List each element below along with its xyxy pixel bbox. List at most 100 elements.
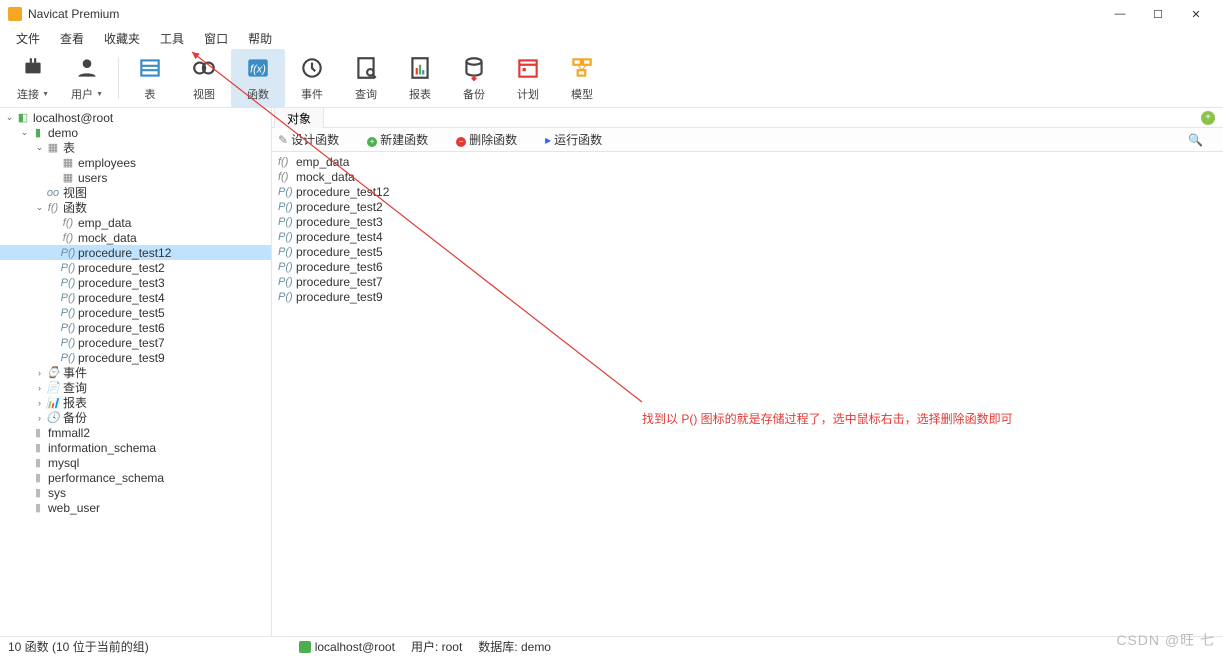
tree-item-demo[interactable]: ⌄▮demo	[0, 125, 271, 140]
tree-item-mock_data[interactable]: f()mock_data	[0, 230, 271, 245]
status-bar: 10 函数 (10 位于当前的组) localhost@root 用户: roo…	[0, 636, 1223, 656]
tree-item-web_user[interactable]: ▮web_user	[0, 500, 271, 515]
expand-icon[interactable]: ›	[34, 383, 45, 393]
toolbar-table-button[interactable]: 表	[123, 49, 177, 107]
tree-item-sys[interactable]: ▮sys	[0, 485, 271, 500]
object-item-procedure_test3[interactable]: P()procedure_test3	[278, 214, 1217, 229]
toolbar-backup-button[interactable]: 备份	[447, 49, 501, 107]
design-function-button[interactable]: ✎设计函数	[278, 131, 353, 148]
close-button[interactable]: ✕	[1177, 3, 1215, 25]
expand-icon[interactable]: ⌄	[34, 142, 45, 153]
tree-label: information_schema	[48, 441, 156, 455]
toolbar-connect-button[interactable]: 连接 ▼	[6, 49, 60, 107]
procedure-icon: P()	[60, 337, 76, 349]
tree-item-procedure_test2[interactable]: P()procedure_test2	[0, 260, 271, 275]
search-icon[interactable]: 🔍	[1188, 133, 1203, 147]
object-item-procedure_test9[interactable]: P()procedure_test9	[278, 289, 1217, 304]
backup-icon	[460, 54, 488, 82]
tree-item-事件[interactable]: ›⌚事件	[0, 365, 271, 380]
tree-item-procedure_test5[interactable]: P()procedure_test5	[0, 305, 271, 320]
expand-icon[interactable]: ›	[34, 413, 45, 423]
sidebar-tree[interactable]: ⌄◧localhost@root⌄▮demo⌄▦表 ▦employees ▦us…	[0, 108, 272, 636]
expand-icon[interactable]: ›	[34, 398, 45, 408]
function-icon: f()	[60, 217, 76, 229]
expand-icon[interactable]: ⌄	[19, 127, 30, 138]
tree-item-表[interactable]: ⌄▦表	[0, 140, 271, 155]
expand-icon[interactable]: ⌄	[34, 202, 45, 213]
tree-item-procedure_test4[interactable]: P()procedure_test4	[0, 290, 271, 305]
minimize-button[interactable]: —	[1101, 3, 1139, 25]
object-list[interactable]: f()emp_dataf()mock_dataP()procedure_test…	[272, 152, 1223, 636]
schedule-icon	[514, 54, 542, 82]
procedure-icon: P()	[60, 322, 76, 334]
menu-3[interactable]: 工具	[150, 28, 194, 49]
tree-label: mysql	[48, 456, 79, 470]
tree-item-函数[interactable]: ⌄f()函数	[0, 200, 271, 215]
svg-text:f(x): f(x)	[250, 63, 266, 75]
tree-label: employees	[78, 156, 136, 170]
table-icon	[136, 54, 164, 82]
menu-0[interactable]: 文件	[6, 28, 50, 49]
tree-item-procedure_test6[interactable]: P()procedure_test6	[0, 320, 271, 335]
toolbar-func-button[interactable]: f(x)函数	[231, 49, 285, 107]
object-item-procedure_test4[interactable]: P()procedure_test4	[278, 229, 1217, 244]
connection-icon: ◧	[15, 111, 31, 124]
toolbar-report-button[interactable]: 报表	[393, 49, 447, 107]
tree-item-视图[interactable]: oo视图	[0, 185, 271, 200]
tree-item-procedure_test3[interactable]: P()procedure_test3	[0, 275, 271, 290]
expand-icon[interactable]: ›	[34, 368, 45, 378]
object-item-procedure_test7[interactable]: P()procedure_test7	[278, 274, 1217, 289]
menu-4[interactable]: 窗口	[194, 28, 238, 49]
menu-5[interactable]: 帮助	[238, 28, 282, 49]
run-function-button[interactable]: ▸运行函数	[545, 131, 616, 148]
menu-2[interactable]: 收藏夹	[94, 28, 150, 49]
object-label: procedure_test12	[296, 185, 389, 199]
titlebar: Navicat Premium — ☐ ✕	[0, 0, 1223, 28]
procedure-icon: P()	[60, 307, 76, 319]
menu-1[interactable]: 查看	[50, 28, 94, 49]
event-icon	[298, 54, 326, 82]
procedure-icon: 📄	[45, 381, 61, 394]
toolbar-user-button[interactable]: 用户 ▼	[60, 49, 114, 107]
object-item-procedure_test5[interactable]: P()procedure_test5	[278, 244, 1217, 259]
tree-item-备份[interactable]: ›🕓备份	[0, 410, 271, 425]
tree-label: fmmall2	[48, 426, 90, 440]
toolbar-model-button[interactable]: 模型	[555, 49, 609, 107]
object-item-mock_data[interactable]: f()mock_data	[278, 169, 1217, 184]
function-icon: f()	[278, 156, 296, 168]
toolbar-schedule-button[interactable]: 计划	[501, 49, 555, 107]
tab-objects[interactable]: 对象	[274, 107, 324, 129]
tree-label: sys	[48, 486, 66, 500]
tree-item-procedure_test7[interactable]: P()procedure_test7	[0, 335, 271, 350]
object-item-procedure_test2[interactable]: P()procedure_test2	[278, 199, 1217, 214]
tree-item-information_schema[interactable]: ▮information_schema	[0, 440, 271, 455]
toolbar: 连接 ▼用户 ▼表视图f(x)函数事件查询报表备份计划模型	[0, 48, 1223, 108]
tree-item-emp_data[interactable]: f()emp_data	[0, 215, 271, 230]
tree-item-procedure_test12[interactable]: P()procedure_test12	[0, 245, 271, 260]
procedure-icon: 🕓	[45, 411, 61, 424]
add-tab-button[interactable]: +	[1201, 111, 1215, 125]
maximize-button[interactable]: ☐	[1139, 3, 1177, 25]
toolbar-query-button[interactable]: 查询	[339, 49, 393, 107]
tree-item-localhost@root[interactable]: ⌄◧localhost@root	[0, 110, 271, 125]
toolbar-view-button[interactable]: 视图	[177, 49, 231, 107]
delete-function-button[interactable]: −删除函数	[456, 131, 531, 148]
tree-item-报表[interactable]: ›📊报表	[0, 395, 271, 410]
tree-item-users[interactable]: ▦users	[0, 170, 271, 185]
tree-item-查询[interactable]: ›📄查询	[0, 380, 271, 395]
tree-item-fmmall2[interactable]: ▮fmmall2	[0, 425, 271, 440]
tree-item-performance_schema[interactable]: ▮performance_schema	[0, 470, 271, 485]
object-item-procedure_test12[interactable]: P()procedure_test12	[278, 184, 1217, 199]
app-title: Navicat Premium	[28, 7, 119, 21]
tree-item-employees[interactable]: ▦employees	[0, 155, 271, 170]
object-item-procedure_test6[interactable]: P()procedure_test6	[278, 259, 1217, 274]
procedure-icon: oo	[45, 187, 61, 199]
tree-item-mysql[interactable]: ▮mysql	[0, 455, 271, 470]
object-item-emp_data[interactable]: f()emp_data	[278, 154, 1217, 169]
tab-strip: 对象 +	[272, 108, 1223, 128]
tree-item-procedure_test9[interactable]: P()procedure_test9	[0, 350, 271, 365]
expand-icon[interactable]: ⌄	[4, 112, 15, 123]
tree-label: procedure_test2	[78, 261, 165, 275]
new-function-button[interactable]: +新建函数	[367, 131, 442, 148]
toolbar-event-button[interactable]: 事件	[285, 49, 339, 107]
